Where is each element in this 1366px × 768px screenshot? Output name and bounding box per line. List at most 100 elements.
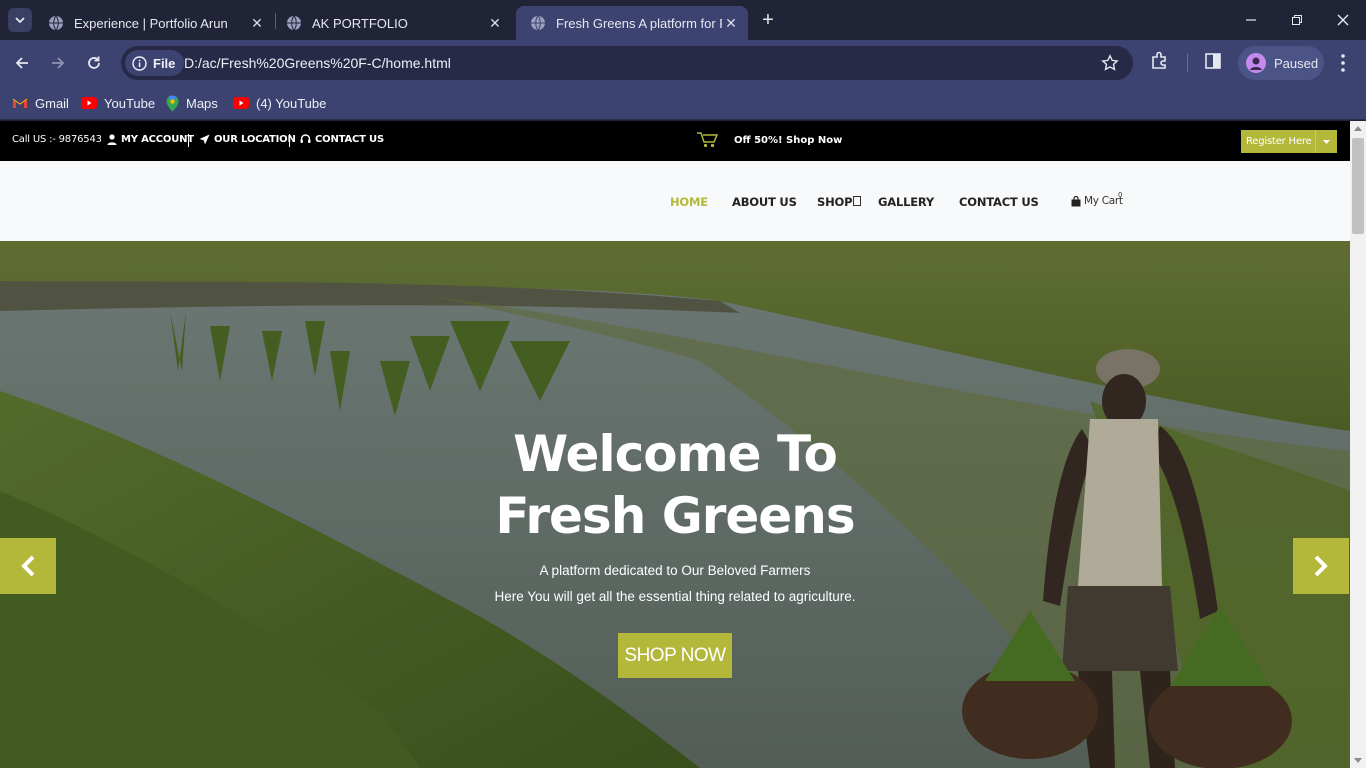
gmail-icon — [12, 98, 28, 108]
nav-contact-us[interactable]: CONTACT US — [959, 195, 1039, 209]
hero-subtitle-1: A platform dedicated to Our Beloved Farm… — [539, 563, 811, 578]
scroll-up-arrow-icon[interactable] — [1354, 126, 1362, 131]
contact-us-link[interactable]: CONTACT US — [300, 134, 384, 145]
page-scrollbar[interactable] — [1350, 121, 1366, 768]
minimize-button[interactable] — [1236, 8, 1266, 32]
youtube-icon — [81, 97, 97, 109]
bookmark-label: Maps — [186, 95, 218, 111]
topbar-divider — [188, 134, 189, 147]
close-tab-icon[interactable]: ✕ — [486, 15, 504, 32]
shopping-cart-icon — [697, 132, 719, 148]
bookmark-label: (4) YouTube — [256, 95, 327, 111]
profile-avatar-icon — [1250, 57, 1262, 70]
profile-button[interactable]: Paused — [1238, 46, 1324, 80]
cart-label: My Cart — [1084, 195, 1123, 207]
globe-icon — [287, 15, 301, 31]
my-account-link[interactable]: MY ACCOUNT — [107, 134, 194, 145]
hero-title-line-1: Welcome To — [513, 425, 838, 483]
chevron-down-icon — [15, 17, 25, 24]
profile-status: Paused — [1274, 55, 1319, 71]
avatar — [1246, 53, 1266, 73]
our-location-label: OUR LOCATION — [214, 134, 296, 145]
offer-banner[interactable]: Off 50%! Shop Now — [696, 131, 842, 149]
hero-title-line-2: Fresh Greens — [495, 487, 855, 545]
browser-toolbar: File D:/ac/Fresh%20Greens%20F-C/home.htm… — [0, 40, 1366, 86]
nav-about-us[interactable]: ABOUT US — [732, 195, 797, 209]
nav-home[interactable]: HOME — [670, 195, 708, 209]
arrow-right-icon — [52, 57, 65, 69]
shopping-bag-icon — [1071, 195, 1081, 206]
browser-tab[interactable]: AK PORTFOLIO ✕ — [272, 6, 512, 40]
browser-tab[interactable]: Experience | Portfolio Arun ✕ — [34, 6, 274, 40]
tab-search-button[interactable] — [8, 8, 32, 32]
bookmark-youtube[interactable]: YouTube — [81, 92, 155, 114]
caret-down-icon — [1323, 139, 1330, 144]
offer-label: Off 50%! Shop Now — [734, 134, 843, 146]
bookmarks-bar: Gmail YouTube Maps (4) YouTube — [0, 86, 1366, 120]
call-us-label: Call US :- 9876543 — [12, 134, 102, 145]
scrollbar-thumb[interactable] — [1352, 138, 1364, 234]
tab-title: AK PORTFOLIO — [312, 15, 408, 31]
side-panel-icon[interactable] — [1204, 52, 1222, 70]
bookmark-label: Gmail — [35, 95, 69, 111]
topbar-divider — [289, 134, 290, 147]
user-icon — [107, 134, 117, 145]
tab-title: Fresh Greens A platform for Farmers — [556, 15, 722, 31]
url-text: D:/ac/Fresh%20Greens%20F-C/home.html — [184, 55, 451, 71]
reload-icon — [88, 56, 100, 69]
extensions-icon[interactable] — [1150, 51, 1170, 71]
new-tab-button[interactable]: + — [756, 9, 780, 33]
tab-title: Experience | Portfolio Arun — [74, 15, 228, 31]
bookmark-label: YouTube — [104, 95, 156, 111]
forward-button[interactable] — [46, 51, 70, 75]
globe-icon — [49, 15, 63, 31]
slider-prev-button[interactable] — [0, 538, 56, 594]
slider-next-button[interactable] — [1293, 538, 1349, 594]
close-tab-icon[interactable]: ✕ — [722, 15, 740, 32]
cart-link[interactable]: My Cart — [1071, 195, 1123, 207]
arrow-left-icon — [15, 57, 28, 69]
bookmark-star-icon[interactable] — [1101, 54, 1119, 72]
nav-gallery[interactable]: GALLERY — [878, 195, 934, 209]
reload-button[interactable] — [82, 51, 106, 75]
restore-button[interactable] — [1282, 8, 1312, 32]
contact-us-label: CONTACT US — [315, 134, 384, 145]
our-location-link[interactable]: OUR LOCATION — [199, 134, 296, 145]
info-icon — [132, 55, 147, 71]
register-label: Register Here — [1246, 136, 1312, 147]
restore-icon — [1292, 15, 1302, 25]
more-menu-icon[interactable] — [1336, 52, 1350, 74]
hero-subtitle-2: Here You will get all the essential thin… — [494, 589, 856, 604]
maps-icon — [166, 94, 179, 111]
web-page: Call US :- 9876543 MY ACCOUNT OUR LOCATI… — [0, 121, 1350, 768]
chevron-right-icon — [1314, 555, 1328, 577]
shop-dropdown-icon[interactable] — [853, 196, 861, 206]
globe-icon — [531, 15, 545, 31]
shop-now-button[interactable]: SHOP NOW — [618, 633, 732, 678]
register-dropdown[interactable]: Register Here — [1241, 130, 1337, 153]
bookmark-gmail[interactable]: Gmail — [12, 92, 69, 114]
site-navbar: HOME ABOUT US SHOP GALLERY CONTACT US My… — [0, 161, 1350, 241]
close-tab-icon[interactable]: ✕ — [248, 15, 266, 32]
nav-shop[interactable]: SHOP — [817, 195, 853, 209]
site-info-chip[interactable]: File — [125, 50, 185, 76]
back-button[interactable] — [10, 51, 34, 75]
location-arrow-icon — [199, 134, 210, 145]
scheme-label: File — [153, 55, 176, 71]
toolbar-separator — [1187, 54, 1188, 72]
hero-slider: Welcome To Fresh Greens A platform dedic… — [0, 241, 1350, 768]
site-topbar: Call US :- 9876543 MY ACCOUNT OUR LOCATI… — [0, 121, 1350, 161]
close-window-button[interactable] — [1328, 8, 1358, 32]
register-toggle[interactable] — [1315, 130, 1337, 153]
close-icon — [1337, 14, 1349, 26]
browser-tabstrip: Experience | Portfolio Arun ✕ AK PORTFOL… — [0, 0, 1366, 40]
call-us-text: Call US :- 9876543 — [12, 134, 102, 145]
cart-count-badge: 0 — [1118, 191, 1123, 199]
scroll-down-arrow-icon[interactable] — [1354, 758, 1362, 763]
browser-tab-active[interactable]: Fresh Greens A platform for Farmers ✕ — [516, 6, 748, 40]
bookmark-youtube-2[interactable]: (4) YouTube — [233, 92, 326, 114]
bookmark-maps[interactable]: Maps — [166, 92, 218, 114]
address-bar[interactable]: File D:/ac/Fresh%20Greens%20F-C/home.htm… — [121, 46, 1133, 80]
youtube-icon — [233, 97, 249, 109]
minimize-icon — [1246, 19, 1256, 21]
